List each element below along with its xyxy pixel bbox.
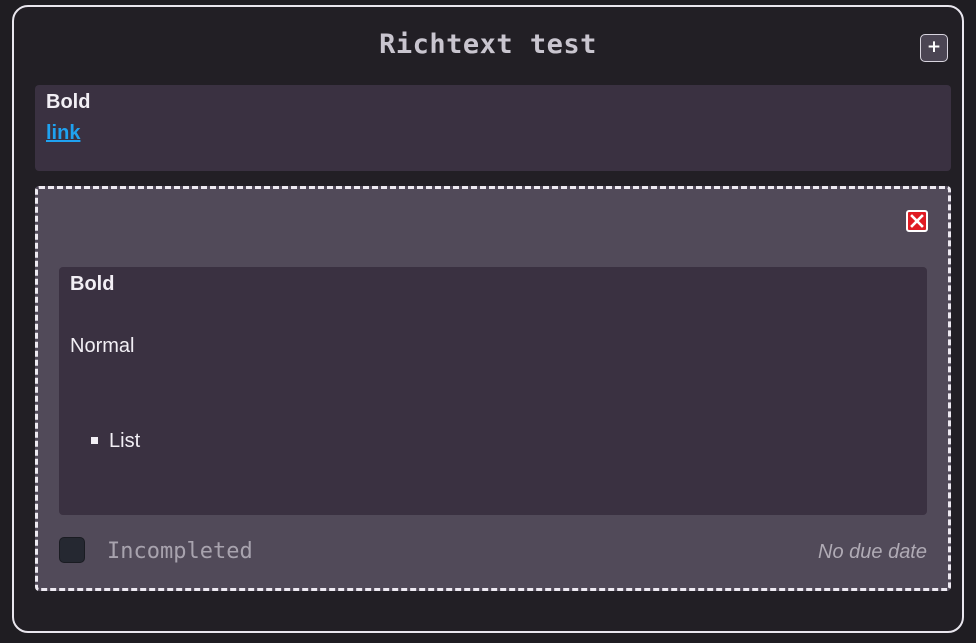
page-title: Richtext test: [379, 29, 597, 60]
close-icon: [910, 214, 924, 228]
list-description: Bold link: [35, 85, 951, 171]
add-task-button[interactable]: +: [920, 34, 948, 62]
task-normal-text: Normal: [70, 335, 135, 357]
description-bold-text: Bold: [46, 91, 91, 113]
list-item: List: [91, 430, 140, 453]
list-panel: Richtext test + Bold link Bold Normal Li…: [12, 5, 964, 633]
bullet-icon: [91, 436, 98, 444]
task-richtext[interactable]: Bold Normal List: [59, 267, 927, 515]
due-date-label: No due date: [818, 541, 927, 563]
task-bold-text: Bold: [70, 273, 115, 295]
completed-checkbox[interactable]: [59, 537, 85, 563]
list-item-label: List: [109, 430, 141, 452]
task-card: Bold Normal List Incompleted No due date: [35, 186, 951, 591]
delete-task-button[interactable]: [906, 210, 928, 232]
description-link[interactable]: link: [46, 122, 80, 145]
status-label: Incompleted: [107, 539, 253, 564]
